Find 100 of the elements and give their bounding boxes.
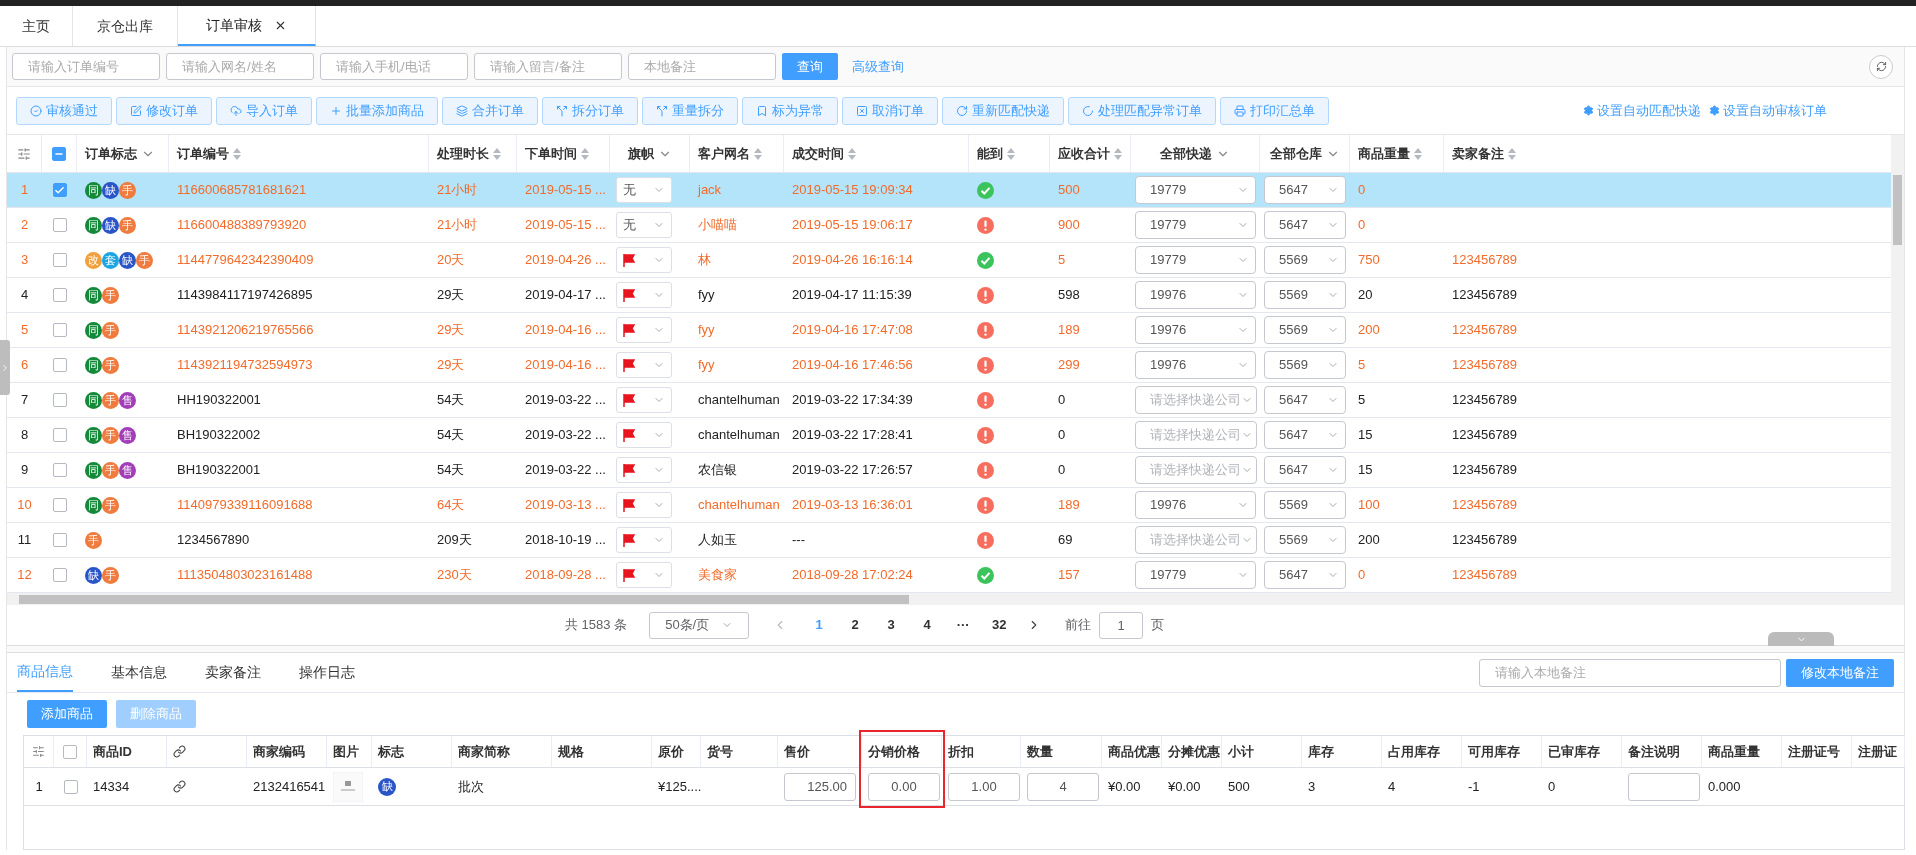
dropdown-select[interactable]: 19976	[1135, 491, 1256, 519]
order-row[interactable]: 1 同 缺 手 116600685781681621 21小时 2019-05-15 ... 无 jack 2019-05-15 19:09:34 500 19779 5647 0	[7, 173, 1891, 208]
dropdown-select[interactable]: 19779	[1135, 176, 1256, 204]
dropdown-select[interactable]: 5647	[1264, 421, 1346, 449]
page-number[interactable]: 32	[985, 615, 1014, 635]
dropdown-select[interactable]: 5647	[1264, 561, 1346, 589]
column-header[interactable]: 成交时间	[792, 143, 844, 164]
page-size-select[interactable]: 50条/页	[649, 611, 750, 639]
dropdown-select[interactable]: 19976	[1135, 351, 1256, 379]
checkbox[interactable]	[52, 146, 66, 161]
sort-icon[interactable]	[493, 147, 501, 160]
column-header[interactable]: 卖家备注	[1452, 143, 1504, 164]
sort-icon[interactable]	[233, 147, 241, 160]
order-row[interactable]: 7 同 手 售 HH190322001 54天 2019-03-22 ... chantelhuman 2019-03-22 17:34:39 0 请选择快递公司 5647 5 123456789	[7, 383, 1891, 418]
column-header[interactable]: 订单编号	[177, 143, 229, 164]
flag-select[interactable]: 无	[616, 212, 672, 238]
dropdown-select[interactable]: 5647	[1264, 176, 1346, 204]
detail-tab[interactable]: 基本信息	[111, 653, 167, 692]
checkbox[interactable]	[52, 428, 67, 442]
note-field[interactable]: 请输入本地备注	[1479, 658, 1781, 687]
checkbox[interactable]	[52, 568, 67, 582]
input-field[interactable]: 1.00	[948, 772, 1020, 801]
flag-select[interactable]	[616, 317, 672, 343]
checkbox[interactable]	[52, 498, 67, 512]
vertical-scrollbar[interactable]	[1891, 135, 1904, 593]
checkbox[interactable]	[52, 393, 67, 407]
order-row[interactable]: 3 改 套 缺 手 1144779642342390409 20天 2019-04-26 ... 林 2019-04-26 16:16:14 5 19779 5569 750 123456789	[7, 243, 1891, 278]
sort-icon[interactable]	[1414, 147, 1422, 160]
order-row[interactable]: 6 同 手 1143921194732594973 29天 2019-04-16 ... fyy 2019-04-16 17:46:56 299 19976 5569 5 123456789	[7, 348, 1891, 383]
page-number[interactable]: 2	[841, 615, 870, 635]
column-header[interactable]: 客户网名	[698, 143, 750, 164]
order-row[interactable]: 4 同 手 1143984117197426895 29天 2019-04-17 ... fyy 2019-04-17 11:15:39 598 19976 5569 20 123456789	[7, 278, 1891, 313]
column-header[interactable]: 应收合计	[1058, 143, 1110, 164]
dropdown-select[interactable]: 19976	[1135, 281, 1256, 309]
dropdown-select[interactable]: 5569	[1264, 351, 1346, 379]
flag-select[interactable]	[616, 492, 672, 518]
page-tab[interactable]: 京仓出库	[73, 6, 178, 46]
page-tab[interactable]: 主页	[0, 6, 73, 46]
dropdown-select[interactable]: 19779	[1135, 561, 1256, 589]
order-row[interactable]: 12 缺 手 1113504803023161488 230天 2018-09-28 ... 美食家 2018-09-28 17:02:24 157 19779 5647 0 123456789	[7, 558, 1891, 593]
search-field[interactable]: 本地备注	[628, 53, 776, 80]
page-input[interactable]: 1	[1099, 611, 1144, 639]
search-field[interactable]: 请输入手机/电话	[320, 53, 468, 80]
order-row[interactable]: 9 同 手 售 BH190322001 54天 2019-03-22 ... 农信银 2019-03-22 17:26:57 0 请选择快递公司 5647 15 123456789	[7, 453, 1891, 488]
flag-select[interactable]: 无	[616, 177, 672, 203]
dropdown-select[interactable]: 5647	[1264, 211, 1346, 239]
input-field[interactable]: 125.00	[784, 772, 856, 801]
sort-icon[interactable]	[581, 147, 589, 160]
column-header[interactable]: 订单标志	[85, 143, 137, 164]
order-row[interactable]: 10 同 手 1140979339116091688 64天 2019-03-13 ... chantelhuman 2019-03-13 16:36:01 189 19976 5569 100 123456789	[7, 488, 1891, 523]
settings-icon[interactable]	[32, 745, 45, 758]
settings-icon[interactable]	[17, 146, 31, 161]
column-header[interactable]: 能到	[977, 143, 1003, 164]
collapse-handle[interactable]	[1768, 632, 1834, 646]
input-field[interactable]: 4	[1027, 772, 1099, 801]
sort-icon[interactable]	[848, 147, 856, 160]
checkbox[interactable]	[52, 323, 67, 337]
search-field[interactable]: 请输入留言/备注	[474, 53, 622, 80]
flag-select[interactable]	[616, 562, 672, 588]
checkbox[interactable]	[52, 253, 67, 267]
flag-select[interactable]	[616, 422, 672, 448]
column-header[interactable]: 商品重量	[1358, 143, 1410, 164]
search-field[interactable]: 请输入网名/姓名	[166, 53, 314, 80]
dropdown-select[interactable]: 5569	[1264, 281, 1346, 309]
column-header[interactable]: 全部仓库	[1269, 143, 1322, 164]
search-field[interactable]: 请输入订单编号	[12, 53, 160, 80]
column-header[interactable]: 处理时长	[437, 143, 489, 164]
dropdown-select[interactable]: 5569	[1264, 246, 1346, 274]
column-header[interactable]: 下单时间	[525, 143, 577, 164]
flag-select[interactable]	[616, 352, 672, 378]
flag-select[interactable]	[616, 282, 672, 308]
dropdown-select[interactable]: 5569	[1264, 526, 1346, 554]
order-row[interactable]: 8 同 手 售 BH190322002 54天 2019-03-22 ... chantelhuman 2019-03-22 17:28:41 0 请选择快递公司 5647 15 123456789	[7, 418, 1891, 453]
dropdown-select[interactable]: 5647	[1264, 386, 1346, 414]
flag-select[interactable]	[616, 247, 672, 273]
checkbox[interactable]	[63, 779, 78, 794]
horizontal-scrollbar[interactable]	[7, 593, 1904, 605]
detail-tab[interactable]: 卖家备注	[205, 653, 261, 692]
order-row[interactable]: 5 同 手 1143921206219765566 29天 2019-04-16 ... fyy 2019-04-16 17:47:08 189 19976 5569 200 123456789	[7, 313, 1891, 348]
dropdown-select[interactable]: 19779	[1135, 246, 1256, 274]
dropdown-select[interactable]: 19779	[1135, 211, 1256, 239]
detail-tab[interactable]: 操作日志	[299, 653, 355, 692]
link-icon[interactable]	[173, 780, 186, 793]
order-row[interactable]: 2 同 缺 手 116600488389793920 21小时 2019-05-15 ... 无 小喵喵 2019-05-15 19:06:17 900 19779 5647 0	[7, 208, 1891, 243]
dropdown-select[interactable]: 5569	[1264, 316, 1346, 344]
checkbox[interactable]	[52, 533, 67, 547]
flag-select[interactable]	[616, 387, 672, 413]
input-field[interactable]: 0.00	[868, 772, 940, 801]
page-number[interactable]: 4	[913, 615, 942, 635]
checkbox[interactable]	[52, 463, 67, 477]
order-row[interactable]: 11 手 1234567890 209天 2018-10-19 ... 人如玉 --- 69 请选择快递公司 5569 200 123456789	[7, 523, 1891, 558]
sort-icon[interactable]	[1007, 147, 1015, 160]
flag-select[interactable]	[616, 457, 672, 483]
sort-icon[interactable]	[754, 147, 762, 160]
checkbox[interactable]	[52, 358, 67, 372]
side-handle[interactable]	[0, 340, 10, 395]
checkbox[interactable]	[52, 218, 67, 232]
refresh-button[interactable]	[1869, 54, 1893, 79]
checkbox[interactable]	[52, 288, 67, 302]
column-header[interactable]: 全部快递	[1160, 143, 1212, 164]
